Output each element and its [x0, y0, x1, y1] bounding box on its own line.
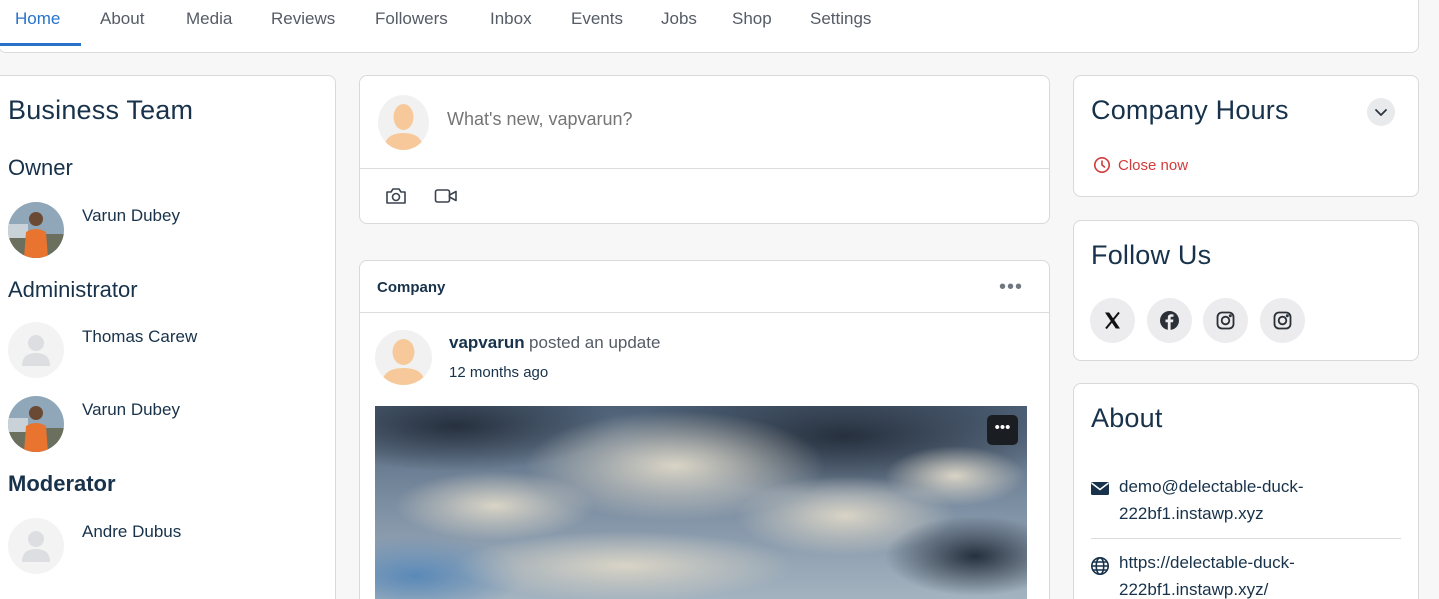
about-email-line-2: 222bf1.instawp.xyz	[1119, 504, 1264, 523]
avatar-varun-dubey-admin[interactable]	[8, 396, 64, 452]
tab-home[interactable]: Home	[15, 6, 60, 58]
video-icon[interactable]	[434, 187, 458, 210]
about-email[interactable]: demo@delectable-duck- 222bf1.instawp.xyz	[1119, 473, 1304, 527]
post-author-name[interactable]: vapvarun	[449, 333, 525, 352]
whats-new-input[interactable]	[447, 104, 1007, 134]
avatar-varun-dubey-owner[interactable]	[8, 202, 64, 258]
about-website-line-1: https://delectable-duck-	[1119, 553, 1295, 572]
instagram-icon	[1216, 311, 1235, 330]
post-timestamp[interactable]: 12 months ago	[449, 364, 548, 381]
post-author-avatar[interactable]	[375, 330, 432, 385]
tab-events[interactable]: Events	[571, 6, 623, 58]
business-team-title: Business Team	[8, 95, 194, 125]
tab-shop[interactable]: Shop	[732, 6, 772, 58]
member-varun-dubey-owner[interactable]: Varun Dubey	[82, 206, 180, 226]
facebook-icon	[1160, 311, 1179, 330]
activity-composer	[359, 75, 1050, 224]
clock-icon	[1093, 156, 1111, 179]
post-group-label[interactable]: Company	[377, 279, 445, 296]
hours-status: Close now	[1118, 157, 1189, 174]
instagram-icon	[1273, 311, 1292, 330]
chevron-down-icon	[1375, 109, 1387, 116]
facebook-social-button[interactable]	[1147, 298, 1192, 343]
tab-reviews[interactable]: Reviews	[271, 6, 335, 58]
globe-icon	[1090, 556, 1110, 581]
post-image[interactable]	[375, 406, 1027, 599]
company-hours-title: Company Hours	[1091, 95, 1289, 125]
about-email-line-1: demo@delectable-duck-	[1119, 477, 1304, 496]
post-action-text: posted an update	[529, 333, 661, 352]
company-hours-toggle[interactable]	[1367, 98, 1395, 126]
tab-about[interactable]: About	[100, 6, 144, 58]
follow-us-title: Follow Us	[1091, 240, 1212, 270]
about-title: About	[1091, 403, 1163, 433]
image-options-icon[interactable]: •••	[987, 415, 1018, 445]
instagram-social-button-1[interactable]	[1203, 298, 1248, 343]
camera-icon[interactable]	[385, 186, 407, 211]
avatar-andre-dubus[interactable]	[8, 518, 64, 574]
x-social-button[interactable]	[1090, 298, 1135, 343]
about-website-line-2: 222bf1.instawp.xyz/	[1119, 580, 1269, 599]
post-options-icon[interactable]: •••	[999, 276, 1023, 299]
tab-media[interactable]: Media	[186, 6, 232, 58]
about-website[interactable]: https://delectable-duck- 222bf1.instawp.…	[1119, 549, 1295, 599]
post-meta-line: vapvarun posted an update	[449, 333, 660, 353]
tab-inbox[interactable]: Inbox	[490, 6, 532, 58]
member-andre-dubus[interactable]: Andre Dubus	[82, 522, 181, 542]
envelope-icon	[1090, 480, 1110, 501]
tab-settings[interactable]: Settings	[810, 6, 871, 58]
administrator-heading: Administrator	[8, 277, 138, 302]
owner-heading: Owner	[8, 155, 73, 180]
instagram-social-button-2[interactable]	[1260, 298, 1305, 343]
about-divider	[1091, 538, 1401, 539]
composer-divider	[360, 168, 1049, 169]
member-thomas-carew[interactable]: Thomas Carew	[82, 327, 197, 347]
tab-followers[interactable]: Followers	[375, 6, 448, 58]
composer-avatar	[378, 95, 429, 150]
moderator-heading: Moderator	[8, 471, 116, 496]
company-hours-card	[1073, 75, 1419, 197]
avatar-thomas-carew[interactable]	[8, 322, 64, 378]
member-varun-dubey-admin[interactable]: Varun Dubey	[82, 400, 180, 420]
x-icon	[1105, 311, 1120, 330]
tab-jobs[interactable]: Jobs	[661, 6, 697, 58]
post-header-divider	[360, 312, 1049, 313]
